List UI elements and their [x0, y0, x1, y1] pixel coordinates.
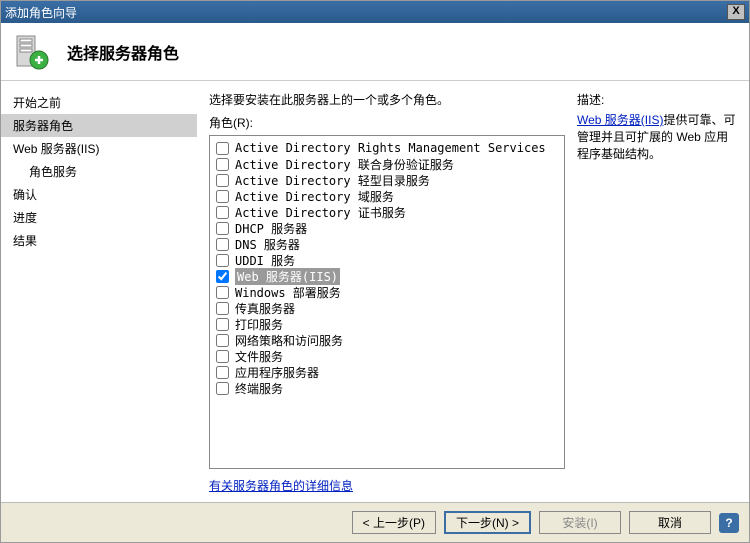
header: 选择服务器角色: [1, 23, 749, 81]
role-label: Active Directory 证书服务: [235, 204, 406, 221]
prev-button[interactable]: < 上一步(P): [352, 511, 436, 534]
cancel-button[interactable]: 取消: [629, 511, 711, 534]
role-label: Active Directory 域服务: [235, 188, 394, 205]
more-info-link[interactable]: 有关服务器角色的详细信息: [209, 477, 565, 494]
role-item[interactable]: 终端服务: [212, 380, 562, 396]
next-button[interactable]: 下一步(N) >: [444, 511, 531, 534]
instruction-text: 选择要安装在此服务器上的一个或多个角色。: [209, 91, 565, 108]
role-checkbox[interactable]: [216, 222, 229, 235]
role-label: DHCP 服务器: [235, 220, 307, 237]
role-label: 网络策略和访问服务: [235, 332, 343, 349]
role-item[interactable]: 文件服务: [212, 348, 562, 364]
role-label: Windows 部署服务: [235, 284, 341, 301]
role-item[interactable]: Windows 部署服务: [212, 284, 562, 300]
page-title: 选择服务器角色: [67, 40, 179, 64]
role-checkbox[interactable]: [216, 334, 229, 347]
roles-listbox[interactable]: Active Directory Rights Management Servi…: [209, 135, 565, 469]
wizard-window: 添加角色向导 X 选择服务器角色 开始之前服务器角色Web 服务器(IIS)角色…: [0, 0, 750, 543]
role-item[interactable]: 打印服务: [212, 316, 562, 332]
sidebar-item-3[interactable]: 角色服务: [1, 160, 197, 183]
role-item[interactable]: Active Directory 证书服务: [212, 204, 562, 220]
role-checkbox[interactable]: [216, 318, 229, 331]
role-label: Web 服务器(IIS): [235, 268, 340, 285]
role-label: 终端服务: [235, 380, 283, 397]
role-checkbox[interactable]: [216, 350, 229, 363]
role-checkbox[interactable]: [216, 142, 229, 155]
role-item[interactable]: 传真服务器: [212, 300, 562, 316]
role-item[interactable]: Web 服务器(IIS): [212, 268, 562, 284]
role-label: Active Directory Rights Management Servi…: [235, 141, 546, 155]
role-item[interactable]: UDDI 服务: [212, 252, 562, 268]
install-button: 安装(I): [539, 511, 621, 534]
sidebar: 开始之前服务器角色Web 服务器(IIS)角色服务确认进度结果: [1, 81, 197, 502]
role-item[interactable]: 应用程序服务器: [212, 364, 562, 380]
titlebar: 添加角色向导 X: [1, 1, 749, 23]
role-checkbox[interactable]: [216, 270, 229, 283]
role-checkbox[interactable]: [216, 174, 229, 187]
role-label: 传真服务器: [235, 300, 295, 317]
role-checkbox[interactable]: [216, 206, 229, 219]
role-item[interactable]: Active Directory 域服务: [212, 188, 562, 204]
sidebar-item-1[interactable]: 服务器角色: [1, 114, 197, 137]
role-label: DNS 服务器: [235, 236, 300, 253]
footer: < 上一步(P) 下一步(N) > 安装(I) 取消 ?: [1, 502, 749, 542]
role-label: Active Directory 联合身份验证服务: [235, 156, 454, 173]
sidebar-item-5[interactable]: 进度: [1, 206, 197, 229]
roles-label: 角色(R):: [209, 114, 565, 131]
roles-column: 选择要安装在此服务器上的一个或多个角色。 角色(R): Active Direc…: [209, 91, 565, 494]
role-checkbox[interactable]: [216, 238, 229, 251]
role-item[interactable]: DHCP 服务器: [212, 220, 562, 236]
role-label: 应用程序服务器: [235, 364, 319, 381]
role-label: UDDI 服务: [235, 252, 295, 269]
role-item[interactable]: DNS 服务器: [212, 236, 562, 252]
sidebar-item-2[interactable]: Web 服务器(IIS): [1, 137, 197, 160]
main-panel: 选择要安装在此服务器上的一个或多个角色。 角色(R): Active Direc…: [197, 81, 749, 502]
role-item[interactable]: Active Directory 轻型目录服务: [212, 172, 562, 188]
role-item[interactable]: Active Directory Rights Management Servi…: [212, 140, 562, 156]
role-label: Active Directory 轻型目录服务: [235, 172, 430, 189]
role-checkbox[interactable]: [216, 254, 229, 267]
description-link[interactable]: Web 服务器(IIS): [577, 113, 663, 127]
description-text: Web 服务器(IIS)提供可靠、可管理并且可扩展的 Web 应用程序基础结构。: [577, 112, 737, 162]
sidebar-item-6[interactable]: 结果: [1, 229, 197, 252]
sidebar-item-0[interactable]: 开始之前: [1, 91, 197, 114]
body: 开始之前服务器角色Web 服务器(IIS)角色服务确认进度结果 选择要安装在此服…: [1, 81, 749, 502]
role-checkbox[interactable]: [216, 158, 229, 171]
help-icon[interactable]: ?: [719, 513, 739, 533]
role-checkbox[interactable]: [216, 286, 229, 299]
sidebar-item-4[interactable]: 确认: [1, 183, 197, 206]
description-title: 描述:: [577, 91, 737, 108]
role-label: 打印服务: [235, 316, 283, 333]
server-role-icon: [11, 32, 51, 72]
description-panel: 描述: Web 服务器(IIS)提供可靠、可管理并且可扩展的 Web 应用程序基…: [565, 91, 737, 494]
role-checkbox[interactable]: [216, 190, 229, 203]
role-checkbox[interactable]: [216, 366, 229, 379]
role-checkbox[interactable]: [216, 302, 229, 315]
window-title: 添加角色向导: [5, 4, 727, 21]
close-icon[interactable]: X: [727, 4, 745, 20]
role-item[interactable]: 网络策略和访问服务: [212, 332, 562, 348]
role-label: 文件服务: [235, 348, 283, 365]
role-checkbox[interactable]: [216, 382, 229, 395]
role-item[interactable]: Active Directory 联合身份验证服务: [212, 156, 562, 172]
